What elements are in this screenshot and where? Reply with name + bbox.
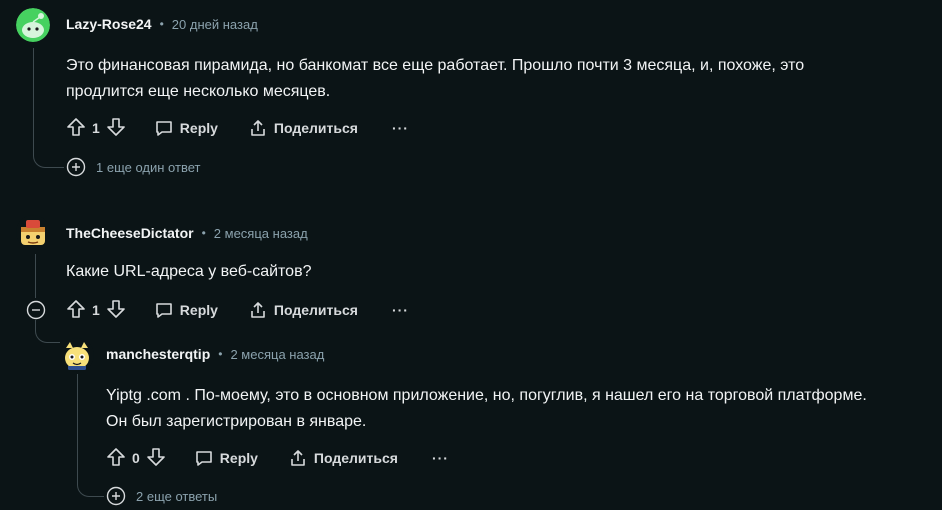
overflow-menu-button[interactable]: ··· [392, 302, 409, 318]
upvote-icon[interactable] [66, 117, 86, 140]
thread-curve [35, 320, 60, 343]
comment-actions: 1 Reply Поделиться ··· [66, 114, 409, 142]
comment-timestamp[interactable]: 20 дней назад [172, 17, 258, 32]
comment-text-line: Он был зарегистрирован в январе. [106, 413, 367, 430]
share-label: Поделиться [273, 120, 358, 136]
share-icon [291, 450, 305, 466]
avatar[interactable] [16, 8, 50, 42]
avatar[interactable] [60, 338, 94, 372]
comment-author[interactable]: TheCheeseDictator [66, 225, 194, 241]
reply-button[interactable]: Reply [154, 300, 218, 320]
reply-button[interactable]: Reply [154, 118, 218, 138]
comment-icon [155, 121, 172, 136]
downvote-icon[interactable] [106, 299, 126, 322]
vote-score: 0 [132, 450, 140, 466]
more-replies-label: 2 еще ответы [136, 488, 218, 504]
separator: • [218, 347, 223, 361]
expand-plus-icon [106, 486, 126, 506]
downvote-icon[interactable] [146, 447, 166, 470]
share-button[interactable]: Поделиться [288, 448, 398, 468]
reply-label: Reply [219, 450, 258, 466]
more-icon: ··· [391, 120, 409, 136]
comment-actions: 0 Reply Поделиться ··· [106, 444, 449, 472]
collapse-minus-icon [26, 300, 46, 320]
comment-timestamp[interactable]: 2 месяца назад [230, 347, 324, 362]
comment-actions: 1 Reply Поделиться ··· [66, 296, 409, 324]
comment-text-line: Yiptg .com . По-моему, это в основном пр… [106, 387, 867, 404]
more-replies-button[interactable]: 2 еще ответы [106, 486, 217, 506]
vote-score: 1 [92, 120, 100, 136]
share-button[interactable]: Поделиться [248, 300, 358, 320]
reply-label: Reply [179, 120, 218, 136]
more-icon: ··· [391, 302, 409, 318]
upvote-icon[interactable] [66, 299, 86, 322]
share-label: Поделиться [313, 450, 398, 466]
vote-score: 1 [92, 302, 100, 318]
thread-line[interactable] [33, 48, 34, 154]
thread-curve [33, 150, 64, 168]
comment-author[interactable]: Lazy-Rose24 [66, 16, 152, 32]
reply-label: Reply [179, 302, 218, 318]
overflow-menu-button[interactable]: ··· [392, 120, 409, 136]
share-label: Поделиться [273, 302, 358, 318]
more-icon: ··· [431, 450, 449, 466]
comment-timestamp[interactable]: 2 месяца назад [214, 226, 308, 241]
thread-line[interactable] [35, 254, 36, 298]
reply-button[interactable]: Reply [194, 448, 258, 468]
comment-author[interactable]: manchesterqtip [106, 346, 210, 362]
thread-line[interactable] [77, 374, 78, 478]
thread-curve [77, 474, 104, 497]
comment-body: Это финансовая пирамида, но банкомат все… [66, 53, 804, 105]
comment-icon [195, 451, 212, 466]
comment-text-line: Какие URL-адреса у веб-сайтов? [66, 263, 312, 280]
share-icon [251, 120, 265, 136]
share-icon [251, 302, 265, 318]
more-replies-label: 1 еще один ответ [96, 159, 201, 175]
comment-body: Какие URL-адреса у веб-сайтов? [66, 259, 311, 285]
comment-text-line: Это финансовая пирамида, но банкомат все… [66, 57, 805, 74]
avatar[interactable] [16, 215, 50, 249]
expand-plus-icon [66, 157, 86, 177]
separator: • [159, 17, 164, 31]
comment-icon [155, 303, 172, 318]
separator: • [201, 226, 206, 240]
upvote-icon[interactable] [106, 447, 126, 470]
comment-body: Yiptg .com . По-моему, это в основном пр… [106, 383, 867, 435]
downvote-icon[interactable] [106, 117, 126, 140]
more-replies-button[interactable]: 1 еще один ответ [66, 157, 200, 177]
comment-text-line: продлится еще несколько месяцев. [66, 83, 331, 100]
share-button[interactable]: Поделиться [248, 118, 358, 138]
overflow-menu-button[interactable]: ··· [432, 450, 449, 466]
